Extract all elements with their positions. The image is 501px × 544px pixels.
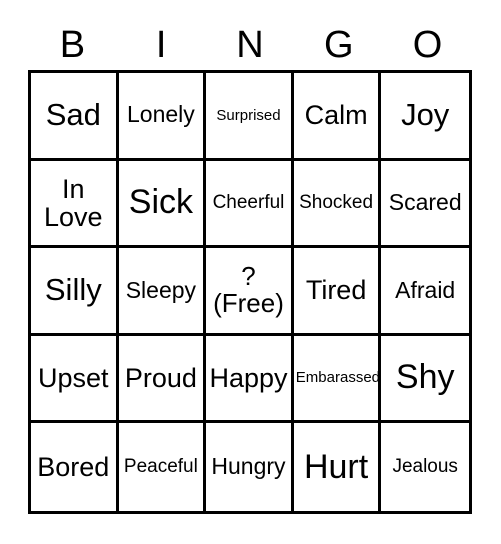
bingo-cell[interactable]: Scared — [381, 160, 469, 249]
bingo-cell-label: Cheerful — [212, 192, 285, 214]
bingo-cell[interactable]: Proud — [118, 335, 207, 424]
bingo-cell[interactable]: Shocked — [293, 160, 382, 249]
bingo-cell-label: In Love — [44, 173, 103, 232]
bingo-cell-label: Scared — [388, 188, 462, 215]
bingo-cell-label: Proud — [124, 363, 197, 394]
bingo-cell[interactable]: Silly — [31, 248, 119, 336]
bingo-cell-label: Peaceful — [123, 456, 198, 478]
bingo-cell-label: Calm — [304, 100, 368, 131]
bingo-cell[interactable]: Tired — [293, 248, 382, 336]
bingo-cell[interactable]: Sick — [118, 160, 207, 249]
bingo-cell[interactable]: Sleepy — [118, 248, 207, 336]
bingo-cell[interactable]: Peaceful — [118, 423, 207, 511]
bingo-cell-label: Silly — [44, 272, 102, 308]
bingo-cell-label: Hurt — [303, 447, 369, 486]
bingo-cell[interactable]: Happy — [206, 335, 294, 424]
bingo-cell-label: ? (Free) — [213, 261, 284, 319]
bingo-cell[interactable]: Upset — [31, 335, 119, 424]
bingo-cell[interactable]: Hurt — [293, 423, 382, 511]
bingo-header-letter-o: O — [412, 24, 443, 66]
bingo-cell[interactable]: Shy — [381, 335, 469, 424]
bingo-header-letter-i: I — [155, 24, 167, 66]
bingo-grid: Sad Lonely Surprised Calm Joy In Love Sick Chee… — [28, 70, 472, 514]
bingo-cell-label: Joy — [401, 97, 450, 133]
bingo-cell[interactable]: Hungry — [206, 423, 294, 511]
bingo-cell-label: Sick — [128, 183, 193, 222]
bingo-header-row: BINGO — [28, 20, 472, 70]
bingo-header-letter-b: B — [59, 24, 86, 66]
bingo-cell[interactable]: Joy — [381, 73, 469, 161]
bingo-cell-label: Embarassed — [295, 369, 381, 387]
bingo-cell-label: Lonely — [127, 101, 195, 128]
bingo-cell-label: Tired — [305, 275, 367, 306]
bingo-cell-label: Shocked — [299, 192, 374, 214]
bingo-cell-label: Bored — [37, 452, 110, 483]
bingo-cell-label: Surprised — [216, 106, 281, 124]
bingo-cell[interactable]: Lonely — [118, 73, 207, 161]
bingo-header-letter-g: G — [324, 24, 354, 66]
bingo-cell[interactable]: Jealous — [381, 423, 469, 511]
bingo-header-letter-n: N — [236, 24, 264, 66]
bingo-cell-label: Upset — [38, 363, 109, 394]
bingo-cell-label: Hungry — [211, 453, 286, 480]
bingo-cell[interactable]: Surprised — [206, 73, 294, 161]
bingo-cell[interactable]: Cheerful — [206, 160, 294, 249]
bingo-cell[interactable]: Embarassed — [293, 335, 382, 424]
bingo-cell[interactable]: Afraid — [381, 248, 469, 336]
bingo-cell-label: Sleepy — [125, 276, 197, 303]
bingo-cell[interactable]: Sad — [31, 73, 119, 161]
bingo-cell-label: Afraid — [395, 276, 456, 303]
bingo-cell[interactable]: Calm — [293, 73, 382, 161]
bingo-cell-label: Happy — [209, 363, 288, 394]
bingo-cell-label: Sad — [45, 97, 101, 133]
bingo-free-space-cell[interactable]: ? (Free) — [206, 248, 294, 336]
bingo-card: B I N G O Sad Lonely Surprised Calm Joy In Love Si… — [0, 0, 501, 544]
bingo-cell-label: Shy — [395, 358, 455, 397]
bingo-cell[interactable]: Bored — [31, 423, 119, 511]
bingo-cell-label: Jealous — [392, 456, 458, 478]
bingo-cell[interactable]: In Love — [31, 160, 119, 249]
